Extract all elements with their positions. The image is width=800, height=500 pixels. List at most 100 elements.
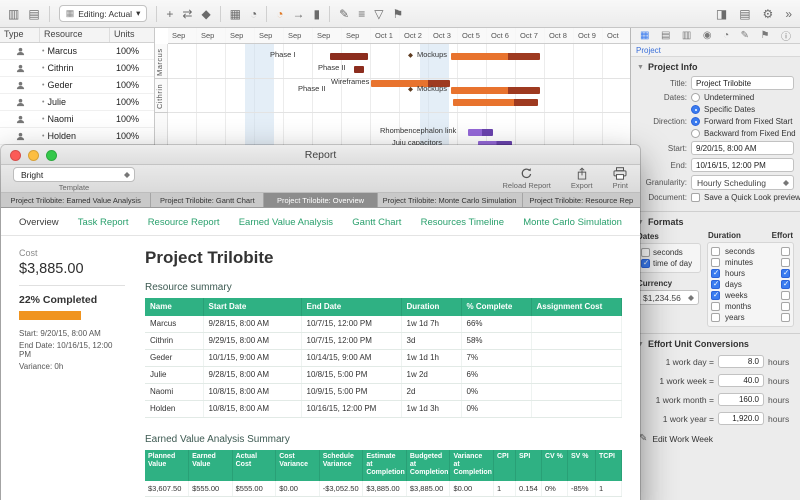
gantt-chart[interactable]: Sep Sep Sep Sep Sep Sep Sep Oct 1 Oct 2 …: [168, 28, 630, 145]
tab-monte-carlo[interactable]: Project Trilobite: Monte Carlo Simulatio…: [378, 193, 523, 207]
gantt-bar-phase1[interactable]: [330, 53, 368, 60]
add-task-icon[interactable]: +: [166, 8, 173, 20]
nav-gantt-chart[interactable]: Gantt Chart: [352, 217, 401, 228]
quicklook-checkbox[interactable]: [691, 193, 700, 202]
editing-mode-dropdown[interactable]: ▦ Editing: Actual ▾: [59, 5, 148, 22]
radio-option-label[interactable]: Backward from Fixed End: [704, 129, 796, 138]
table-row[interactable]: •Cithrin 100%: [0, 60, 154, 77]
nav-resources-timeline[interactable]: Resources Timeline: [421, 217, 504, 228]
duration-minutes-checkbox[interactable]: [711, 258, 720, 267]
effort-minutes-checkbox[interactable]: [781, 258, 790, 267]
close-window-button[interactable]: [10, 150, 21, 161]
effort-seconds-checkbox[interactable]: [781, 247, 790, 256]
column-header-resource[interactable]: Resource: [40, 28, 110, 42]
timeline-view-icon[interactable]: ▤: [739, 8, 750, 20]
inspector-tab-clock-icon[interactable]: ◔: [723, 30, 729, 41]
reload-report-button[interactable]: Reload Report: [503, 167, 551, 190]
direction-backward-radio[interactable]: [691, 129, 700, 138]
gantt-bar-phase2-marker[interactable]: [354, 66, 364, 73]
nav-overview[interactable]: Overview: [19, 217, 59, 228]
project-end-field[interactable]: [691, 158, 794, 172]
more-tools-icon[interactable]: »: [785, 8, 792, 20]
table-row[interactable]: •Geder 100%: [0, 77, 154, 94]
gantt-bar-task[interactable]: [453, 99, 538, 106]
table-row[interactable]: •Julie 100%: [0, 94, 154, 111]
checkbox-option-label[interactable]: seconds: [653, 248, 683, 257]
duration-days-checkbox[interactable]: [711, 280, 720, 289]
report-titlebar[interactable]: Report: [1, 145, 640, 165]
table-row[interactable]: •Naomi 100%: [0, 111, 154, 128]
print-button[interactable]: Print: [613, 167, 628, 190]
inspector-tab-attachments-icon[interactable]: ⚑: [761, 30, 770, 41]
settings-gear-icon[interactable]: ⚙: [763, 8, 774, 20]
effort-weeks-checkbox[interactable]: [781, 291, 790, 300]
inspector-tab-styles-icon[interactable]: ✎: [741, 30, 749, 41]
tab-overview[interactable]: Project Trilobite: Overview: [264, 193, 377, 207]
inspector-tab-chart-icon[interactable]: ▥: [682, 30, 691, 41]
dates-specific-radio[interactable]: [691, 105, 700, 114]
project-title-field[interactable]: [691, 76, 794, 90]
radio-option-label[interactable]: Specific Dates: [704, 105, 755, 114]
gantt-bar-rhombencephalon[interactable]: [468, 129, 493, 136]
duration-years-checkbox[interactable]: [711, 313, 720, 322]
tab-resource-report[interactable]: Project Trilobite: Resource Rep: [523, 193, 640, 207]
filter-icon[interactable]: ▽: [374, 8, 383, 20]
granularity-dropdown[interactable]: Hourly Scheduling: [691, 175, 794, 190]
work-year-field[interactable]: 1,920.0: [718, 412, 764, 425]
column-header-units[interactable]: Units: [110, 28, 154, 42]
duration-seconds-checkbox[interactable]: [711, 247, 720, 256]
catch-up-icon[interactable]: ◔: [276, 8, 283, 20]
zoom-window-button[interactable]: [46, 150, 57, 161]
inspector-tab-resource-icon[interactable]: ◉: [703, 30, 712, 41]
chart-icon[interactable]: ▮: [314, 8, 321, 20]
checkbox-option-label[interactable]: time of day: [653, 259, 692, 268]
inspector-tab-info-icon[interactable]: ⓘ: [781, 28, 791, 43]
project-start-field[interactable]: [691, 141, 794, 155]
link-tasks-icon[interactable]: ⇄: [182, 8, 192, 20]
direction-forward-radio[interactable]: [691, 117, 700, 126]
edit-icon[interactable]: ✎: [339, 8, 349, 20]
dates-timeofday-checkbox[interactable]: [641, 259, 650, 268]
disclosure-triangle-icon[interactable]: ▼: [637, 64, 644, 71]
nav-monte-carlo[interactable]: Monte Carlo Simulation: [523, 217, 622, 228]
export-button[interactable]: Export: [571, 167, 593, 190]
inspector-tab-calendar-icon[interactable]: ▤: [661, 30, 670, 41]
effort-days-checkbox[interactable]: [781, 280, 790, 289]
radio-option-label[interactable]: Undetermined: [704, 93, 754, 102]
view-task-icon[interactable]: ▥: [8, 8, 19, 20]
edit-work-week-button[interactable]: ✎ Edit Work Week: [639, 433, 794, 444]
table-row[interactable]: •Holden 100%: [0, 128, 154, 145]
milestone-icon[interactable]: ◆: [201, 8, 210, 20]
gantt-bar-mockups1[interactable]: [451, 53, 540, 60]
nav-task-report[interactable]: Task Report: [78, 217, 129, 228]
notes-icon[interactable]: ≡: [358, 8, 365, 20]
currency-dropdown[interactable]: $1,234.56: [637, 290, 699, 305]
nav-earned-value-analysis[interactable]: Earned Value Analysis: [239, 217, 333, 228]
work-day-field[interactable]: 8.0: [718, 355, 764, 368]
flag-icon[interactable]: ⚑: [392, 8, 403, 20]
work-month-field[interactable]: 160.0: [718, 393, 764, 406]
tab-gantt-chart[interactable]: Project Trilobite: Gantt Chart: [151, 193, 264, 207]
dates-seconds-checkbox[interactable]: [641, 248, 650, 257]
gantt-bar-mockups2[interactable]: [451, 87, 540, 94]
effort-years-checkbox[interactable]: [781, 313, 790, 322]
duration-hours-checkbox[interactable]: [711, 269, 720, 278]
tab-earned-value-analysis[interactable]: Project Trilobite: Earned Value Analysis: [1, 193, 151, 207]
nav-resource-report[interactable]: Resource Report: [148, 217, 220, 228]
template-dropdown[interactable]: Bright: [13, 167, 135, 182]
duration-weeks-checkbox[interactable]: [711, 291, 720, 300]
view-resource-icon[interactable]: ▤: [28, 8, 39, 20]
calendar-icon[interactable]: ▦: [230, 8, 241, 20]
work-week-field[interactable]: 40.0: [718, 374, 764, 387]
duration-months-checkbox[interactable]: [711, 302, 720, 311]
minimize-window-button[interactable]: [28, 150, 39, 161]
effort-hours-checkbox[interactable]: [781, 269, 790, 278]
effort-months-checkbox[interactable]: [781, 302, 790, 311]
sidebar-toggle-icon[interactable]: ◨: [716, 8, 727, 20]
table-row[interactable]: •Marcus 100%: [0, 43, 154, 60]
clock-icon[interactable]: ◔: [250, 8, 257, 20]
dates-undetermined-radio[interactable]: [691, 93, 700, 102]
inspector-tab-project-icon[interactable]: ▦: [640, 30, 649, 41]
checkbox-option-label[interactable]: Save a Quick Look preview: [704, 193, 800, 202]
column-header-type[interactable]: Type: [0, 28, 40, 42]
